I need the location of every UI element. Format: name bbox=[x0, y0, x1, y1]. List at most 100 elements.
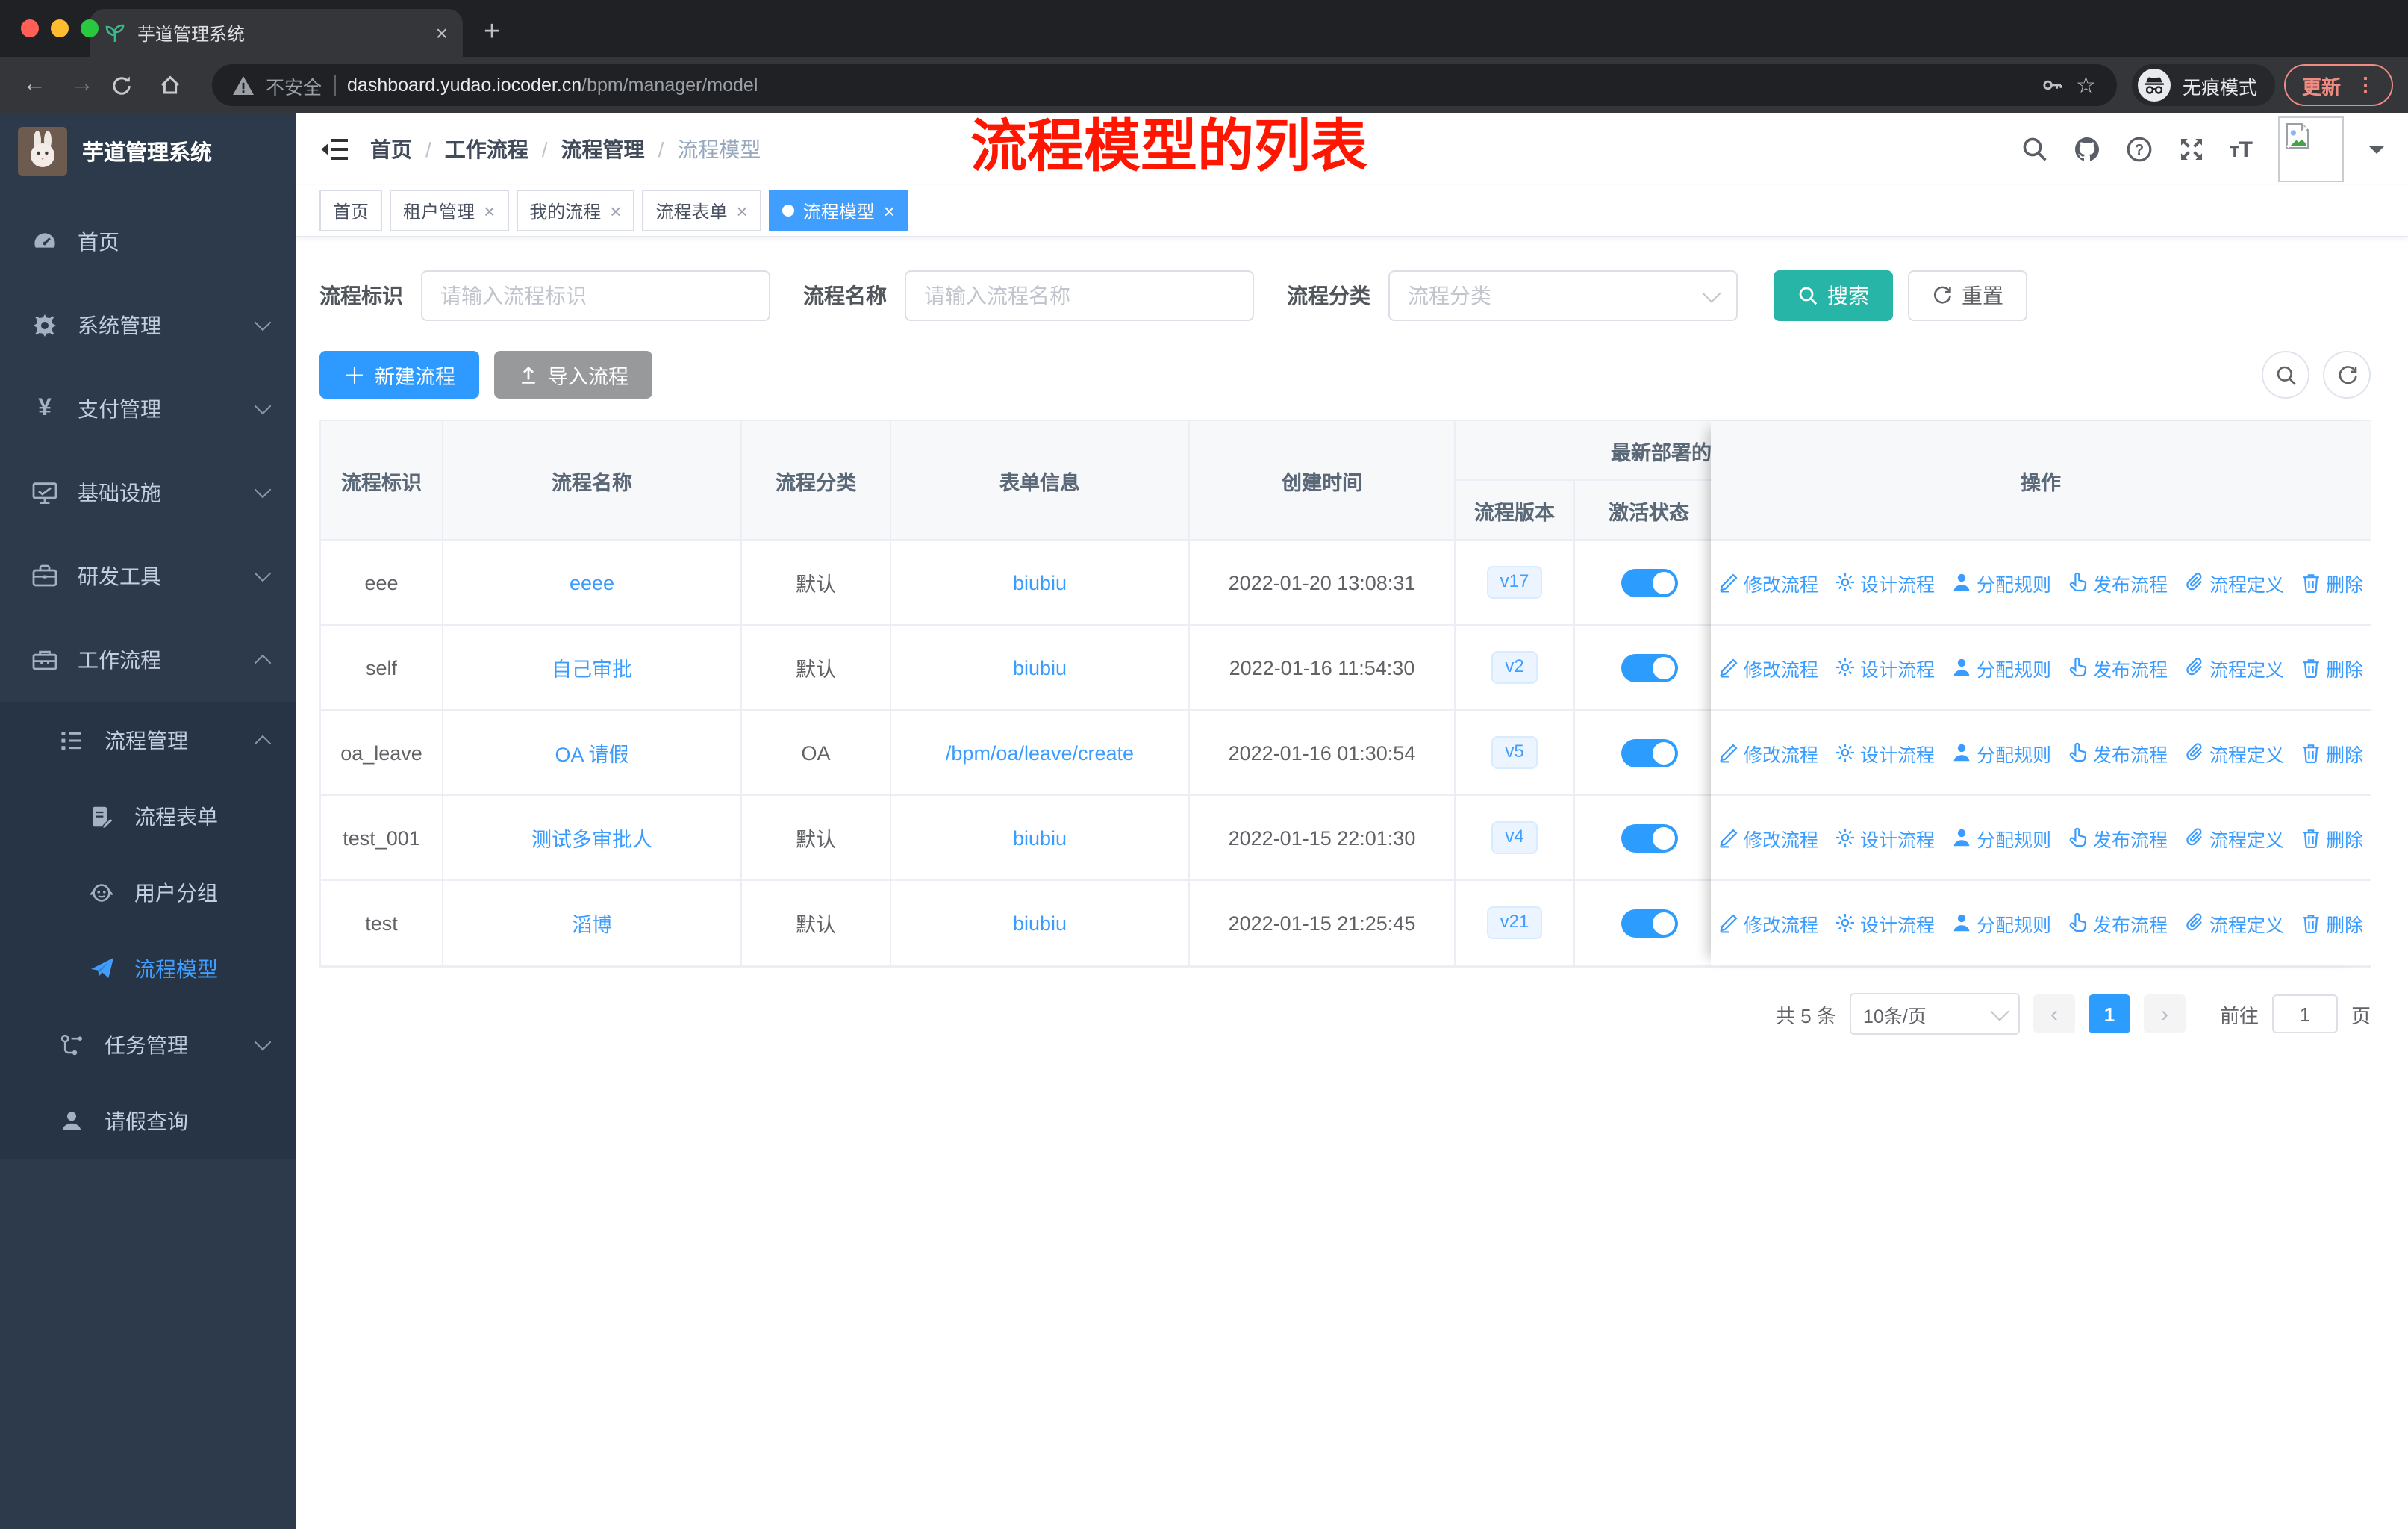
action-assign-user[interactable]: 分配规则 bbox=[1951, 738, 2051, 767]
refresh-table-button[interactable] bbox=[2323, 351, 2371, 399]
help-icon[interactable]: ? bbox=[2125, 136, 2152, 163]
action-publish-hand[interactable]: 发布流程 bbox=[2068, 653, 2168, 682]
page-size-select[interactable]: 10条/页 bbox=[1849, 993, 2020, 1035]
action-edit[interactable]: 修改流程 bbox=[1718, 653, 1818, 682]
import-process-button[interactable]: 导入流程 bbox=[494, 351, 653, 399]
github-icon[interactable] bbox=[2073, 136, 2100, 163]
sidebar-item-user-group[interactable]: 用户分组 bbox=[0, 854, 296, 930]
tag-我的流程[interactable]: 我的流程 × bbox=[516, 190, 635, 231]
browser-menu-icon[interactable]: ⋮ bbox=[2356, 73, 2375, 97]
update-button[interactable]: 更新 ⋮ bbox=[2283, 64, 2393, 106]
close-icon[interactable]: × bbox=[484, 199, 495, 222]
tag-流程表单[interactable]: 流程表单 × bbox=[642, 190, 761, 231]
font-size-icon[interactable]: TT bbox=[2230, 137, 2253, 162]
minimize-window-button[interactable] bbox=[51, 19, 69, 37]
current-page[interactable]: 1 bbox=[2088, 994, 2130, 1033]
close-window-button[interactable] bbox=[21, 19, 39, 37]
reset-button[interactable]: 重置 bbox=[1908, 270, 2027, 321]
action-edit[interactable]: 修改流程 bbox=[1718, 568, 1818, 597]
tag-流程模型[interactable]: 流程模型 × bbox=[768, 190, 908, 231]
cell-form-info-link[interactable]: biubiu bbox=[1013, 826, 1067, 849]
action-trash[interactable]: 删除 bbox=[2301, 568, 2363, 597]
search-button[interactable]: 搜索 bbox=[1774, 270, 1893, 321]
action-definition-clip[interactable]: 流程定义 bbox=[2184, 909, 2284, 937]
cell-form-info-link[interactable]: biubiu bbox=[1013, 571, 1067, 594]
cell-process-name-link[interactable]: 测试多审批人 bbox=[531, 829, 652, 851]
action-edit[interactable]: 修改流程 bbox=[1718, 909, 1818, 937]
close-icon[interactable]: × bbox=[610, 199, 621, 222]
sidebar-item-process-list[interactable]: 流程管理 bbox=[0, 702, 296, 778]
active-toggle[interactable] bbox=[1621, 653, 1677, 682]
action-definition-clip[interactable]: 流程定义 bbox=[2184, 568, 2284, 597]
close-icon[interactable]: × bbox=[737, 199, 748, 222]
tab-close-icon[interactable]: × bbox=[436, 21, 448, 45]
cell-process-name-link[interactable]: 滔博 bbox=[572, 914, 612, 936]
filter-name-input[interactable] bbox=[905, 270, 1254, 321]
action-edit[interactable]: 修改流程 bbox=[1718, 823, 1818, 852]
action-definition-clip[interactable]: 流程定义 bbox=[2184, 738, 2284, 767]
breadcrumb-home[interactable]: 首页 bbox=[370, 134, 412, 164]
sidebar-item-devtools[interactable]: 研发工具 bbox=[0, 535, 296, 618]
browser-tab[interactable]: 芋道管理系统 × bbox=[90, 9, 463, 57]
bookmark-star-icon[interactable]: ☆ bbox=[2076, 72, 2096, 99]
action-trash[interactable]: 删除 bbox=[2301, 823, 2363, 852]
goto-page-input[interactable] bbox=[2271, 994, 2338, 1033]
filter-key-input[interactable] bbox=[421, 270, 770, 321]
action-edit[interactable]: 修改流程 bbox=[1718, 738, 1818, 767]
action-publish-hand[interactable]: 发布流程 bbox=[2068, 738, 2168, 767]
action-trash[interactable]: 删除 bbox=[2301, 909, 2363, 937]
sidebar-item-infra[interactable]: 基础设施 bbox=[0, 451, 296, 535]
action-assign-user[interactable]: 分配规则 bbox=[1951, 909, 2051, 937]
sidebar-fold-icon[interactable] bbox=[319, 136, 349, 163]
back-icon[interactable]: ← bbox=[15, 72, 54, 99]
sidebar-item-paper-plane[interactable]: 流程模型 bbox=[0, 930, 296, 1006]
close-icon[interactable]: × bbox=[884, 199, 895, 222]
new-tab-button[interactable]: + bbox=[484, 16, 500, 49]
sidebar-item-workflow[interactable]: 工作流程 bbox=[0, 618, 296, 702]
action-design-gear[interactable]: 设计流程 bbox=[1835, 568, 1935, 597]
sidebar-item-person[interactable]: 请假查询 bbox=[0, 1083, 296, 1159]
action-assign-user[interactable]: 分配规则 bbox=[1951, 568, 2051, 597]
home-icon[interactable] bbox=[158, 73, 197, 97]
sidebar-item-yen[interactable]: ¥ 支付管理 bbox=[0, 367, 296, 451]
action-publish-hand[interactable]: 发布流程 bbox=[2068, 909, 2168, 937]
search-icon[interactable] bbox=[2021, 136, 2047, 163]
cell-form-info-link[interactable]: biubiu bbox=[1013, 912, 1067, 934]
action-definition-clip[interactable]: 流程定义 bbox=[2184, 653, 2284, 682]
fullscreen-icon[interactable] bbox=[2177, 136, 2204, 163]
filter-category-select[interactable]: 流程分类 bbox=[1388, 270, 1738, 321]
cell-process-name-link[interactable]: 自己审批 bbox=[552, 658, 632, 681]
toggle-search-button[interactable] bbox=[2262, 351, 2309, 399]
action-assign-user[interactable]: 分配规则 bbox=[1951, 653, 2051, 682]
tag-首页[interactable]: 首页 bbox=[319, 190, 383, 231]
breadcrumb-workflow[interactable]: 工作流程 bbox=[445, 134, 528, 164]
action-trash[interactable]: 删除 bbox=[2301, 653, 2363, 682]
active-toggle[interactable] bbox=[1621, 823, 1677, 852]
active-toggle[interactable] bbox=[1621, 909, 1677, 937]
cell-process-name-link[interactable]: OA 请假 bbox=[555, 744, 628, 766]
sidebar-item-form[interactable]: 流程表单 bbox=[0, 778, 296, 854]
user-avatar[interactable] bbox=[2278, 116, 2344, 182]
key-icon[interactable] bbox=[2040, 73, 2064, 97]
action-publish-hand[interactable]: 发布流程 bbox=[2068, 568, 2168, 597]
breadcrumb-process-manage[interactable]: 流程管理 bbox=[561, 134, 645, 164]
prev-page-button[interactable]: ‹ bbox=[2033, 994, 2075, 1033]
action-design-gear[interactable]: 设计流程 bbox=[1835, 909, 1935, 937]
next-page-button[interactable]: › bbox=[2143, 994, 2186, 1033]
action-design-gear[interactable]: 设计流程 bbox=[1835, 738, 1935, 767]
action-design-gear[interactable]: 设计流程 bbox=[1835, 823, 1935, 852]
cell-form-info-link[interactable]: /bpm/oa/leave/create bbox=[946, 741, 1134, 764]
action-design-gear[interactable]: 设计流程 bbox=[1835, 653, 1935, 682]
create-process-button[interactable]: ＋ 新建流程 bbox=[319, 351, 480, 399]
action-definition-clip[interactable]: 流程定义 bbox=[2184, 823, 2284, 852]
forward-icon[interactable]: → bbox=[63, 72, 102, 99]
sidebar-item-gear[interactable]: 系统管理 bbox=[0, 284, 296, 367]
tag-租户管理[interactable]: 租户管理 × bbox=[390, 190, 509, 231]
active-toggle[interactable] bbox=[1621, 738, 1677, 767]
action-publish-hand[interactable]: 发布流程 bbox=[2068, 823, 2168, 852]
active-toggle[interactable] bbox=[1621, 568, 1677, 597]
sidebar-item-task[interactable]: 任务管理 bbox=[0, 1006, 296, 1083]
cell-form-info-link[interactable]: biubiu bbox=[1013, 656, 1067, 679]
maximize-window-button[interactable] bbox=[81, 19, 99, 37]
sidebar-item-dashboard[interactable]: 首页 bbox=[0, 200, 296, 284]
